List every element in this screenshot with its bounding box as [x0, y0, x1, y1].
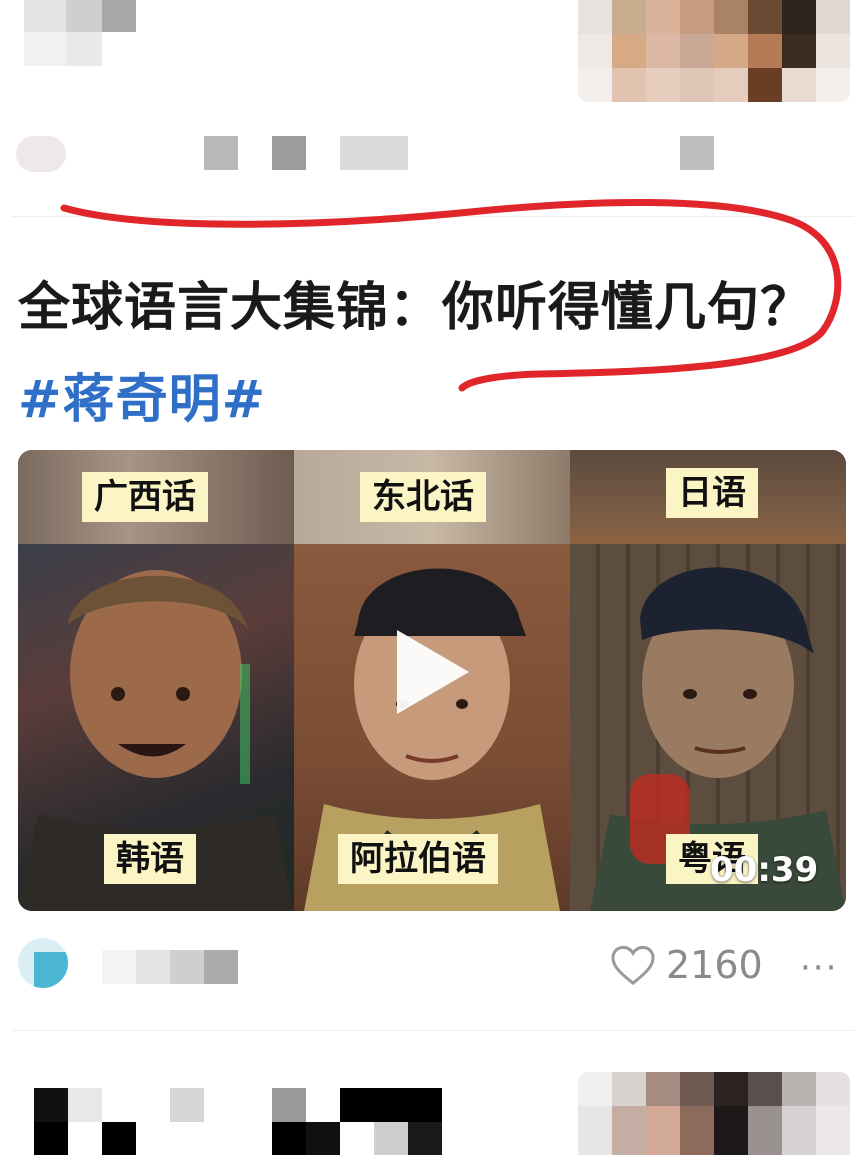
- video-thumbnail[interactable]: 广西话 东北话 日语 韩语 阿拉伯语 粤语 00:39: [18, 450, 846, 911]
- like-button[interactable]: 2160: [610, 940, 763, 990]
- pixelated-text: [340, 1088, 442, 1122]
- dialect-label-guangxi: 广西话: [82, 472, 208, 522]
- pixelated-text: [34, 1088, 68, 1122]
- dialect-label-dongbei: 东北话: [360, 472, 486, 522]
- pixelated-text: [34, 1122, 68, 1155]
- pixelated-text: [272, 1122, 306, 1155]
- play-icon[interactable]: [397, 630, 469, 714]
- pixelated-text: [306, 1122, 340, 1155]
- more-dots-icon[interactable]: ···: [800, 948, 838, 988]
- pixelated-text: [170, 1088, 204, 1122]
- like-count: 2160: [666, 943, 763, 987]
- pixelated-author-name: [204, 950, 238, 984]
- dialect-label-arabic: 阿拉伯语: [338, 834, 498, 884]
- red-annotation-circle: [60, 198, 842, 392]
- video-duration: 00:39: [710, 850, 819, 890]
- pixelated-text: [272, 1088, 306, 1122]
- pixelated-text: [408, 1122, 442, 1155]
- pixelated-text: [68, 1088, 102, 1122]
- heart-outline-icon: [611, 945, 655, 986]
- pixelated-text: [374, 1122, 408, 1155]
- divider: [12, 1030, 854, 1031]
- pixelated-author-name: [170, 950, 204, 984]
- author-avatar[interactable]: [18, 938, 68, 988]
- dialect-label-korean: 韩语: [104, 834, 196, 884]
- pixelated-author-name: [102, 950, 136, 984]
- blurred-thumbnail[interactable]: [578, 1072, 850, 1155]
- pixelated-author-name: [136, 950, 170, 984]
- pixelated-text: [102, 1122, 136, 1155]
- dialect-label-japanese: 日语: [666, 468, 758, 518]
